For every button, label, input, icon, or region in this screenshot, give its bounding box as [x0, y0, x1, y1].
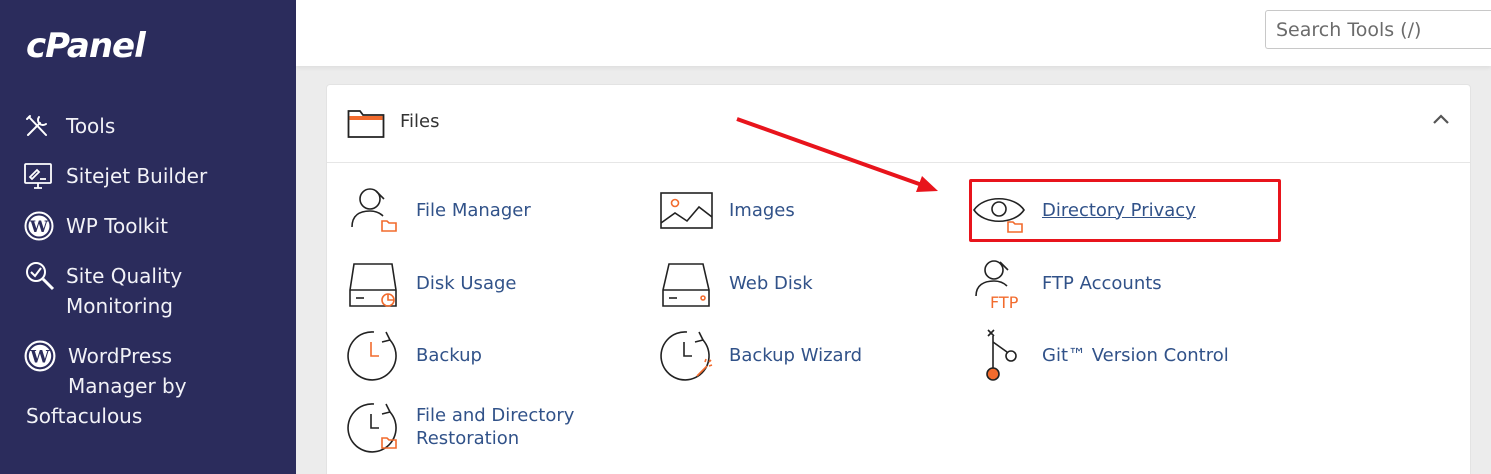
search-input[interactable] — [1265, 10, 1491, 49]
tools-icon — [24, 111, 56, 141]
panel-title: Files — [400, 111, 440, 132]
directory-privacy-tool[interactable]: Directory Privacy — [972, 183, 1196, 237]
wordpress-icon: W — [24, 211, 56, 241]
tool-label: Web Disk — [729, 272, 813, 294]
panel-header[interactable]: Files — [327, 85, 1470, 163]
tool-label: FTP Accounts — [1042, 272, 1162, 294]
tool-label: Directory Privacy — [1042, 199, 1196, 221]
site-quality-icon — [24, 261, 56, 291]
tool-label: File and Directory Restoration — [416, 405, 575, 449]
web-disk-icon — [662, 263, 710, 307]
sidebar-item-wordpress-manager[interactable]: W WordPress Manager by — [24, 340, 187, 401]
sidebar-item-site-quality-monitoring[interactable]: Site Quality Monitoring — [24, 261, 182, 321]
sidebar-item-sitejet-builder[interactable]: Sitejet Builder — [24, 161, 207, 191]
sidebar-item-label: Tools — [66, 114, 116, 138]
tool-label: Disk Usage — [416, 272, 517, 294]
folder-icon — [347, 110, 385, 138]
file-manager-icon — [351, 188, 397, 232]
sidebar-item-label: WordPress Manager by — [68, 344, 187, 398]
git-version-control-tool[interactable]: Git™ Version Control — [972, 328, 1229, 382]
cpanel-logo[interactable]: cPanel — [26, 26, 146, 66]
top-header — [296, 0, 1491, 66]
file-manager-tool[interactable]: File Manager — [346, 183, 531, 237]
git-icon — [986, 329, 1017, 381]
file-directory-restoration-tool[interactable]: File and Directory Restoration — [346, 400, 574, 454]
web-disk-tool[interactable]: Web Disk — [659, 256, 813, 310]
restoration-icon — [347, 403, 397, 453]
tool-label: Images — [729, 199, 795, 221]
tool-label: Backup — [416, 344, 482, 366]
backup-icon — [347, 331, 397, 381]
disk-usage-tool[interactable]: Disk Usage — [346, 256, 516, 310]
tool-label: Backup Wizard — [729, 344, 863, 366]
ftp-accounts-icon: FTP — [975, 260, 1019, 310]
sitejet-icon — [24, 161, 56, 191]
disk-usage-icon — [349, 263, 397, 307]
svg-text:FTP: FTP — [990, 293, 1019, 310]
ftp-accounts-tool[interactable]: FTP FTP Accounts — [972, 256, 1162, 310]
backup-wizard-tool[interactable]: Backup Wizard — [659, 328, 862, 382]
sidebar: cPanel Tools Sitejet Builder W WP Toolki… — [0, 0, 296, 474]
svg-text:W: W — [29, 347, 50, 367]
sidebar-item-label: Sitejet Builder — [66, 164, 208, 188]
tool-label: Git™ Version Control — [1042, 344, 1229, 366]
sidebar-item-label: WP Toolkit — [66, 214, 169, 238]
svg-text:W: W — [29, 217, 49, 236]
directory-privacy-icon — [973, 198, 1025, 233]
sidebar-item-label-tail[interactable]: Softaculous — [26, 401, 142, 431]
backup-tool[interactable]: Backup — [346, 328, 482, 382]
sidebar-item-wp-toolkit[interactable]: W WP Toolkit — [24, 211, 168, 241]
sidebar-item-tools[interactable]: Tools — [24, 111, 115, 141]
images-icon — [660, 192, 713, 229]
sidebar-item-label: Site Quality Monitoring — [66, 264, 183, 318]
images-tool[interactable]: Images — [659, 183, 795, 237]
backup-wizard-icon — [660, 331, 713, 381]
chevron-up-icon[interactable] — [1432, 113, 1450, 125]
tool-label: File Manager — [416, 199, 531, 221]
wordpress-icon: W — [24, 340, 56, 372]
